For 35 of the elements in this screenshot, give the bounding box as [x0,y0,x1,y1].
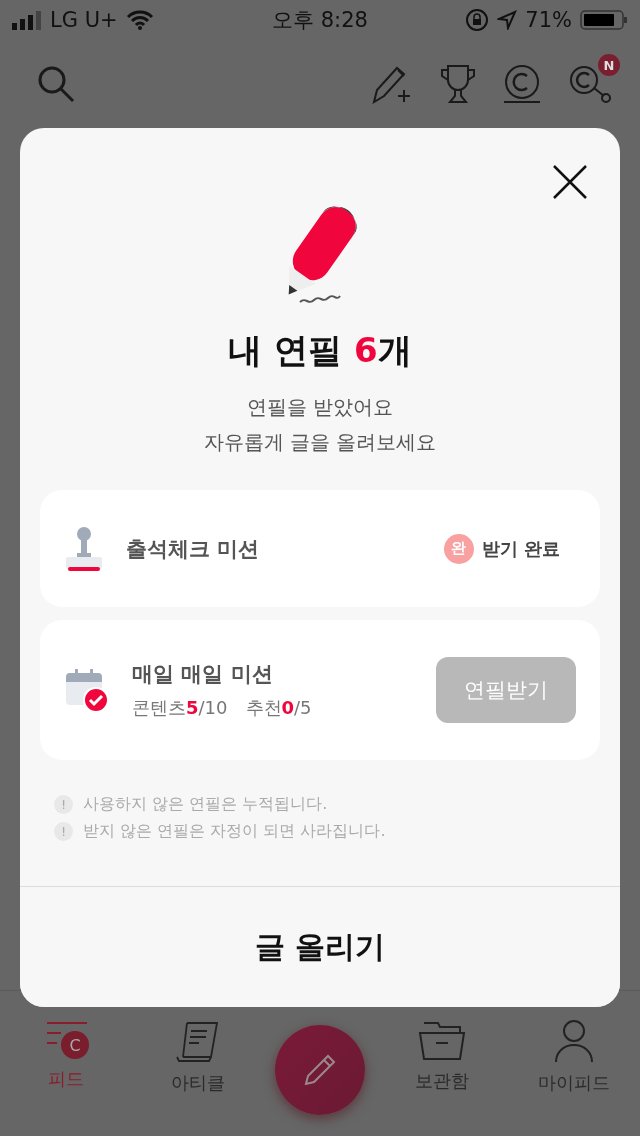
tab[interactable]: 마이피드 [519,1019,629,1095]
location-arrow-icon [497,10,518,30]
scroll-icon [175,1019,221,1063]
info-icon: ! [54,795,73,814]
note-text: 사용하지 않은 연필은 누적됩니다. [83,794,328,815]
pencil-count-title: 내 연필 6개 [227,329,413,372]
person-icon [554,1019,594,1063]
subtitle: 연필을 받았어요 자유롭게 글을 올려보세요 [202,394,438,456]
trophy-icon[interactable] [440,64,476,104]
close-button[interactable] [552,164,588,200]
mission-title: 출석체크 미션 [126,535,261,563]
notification-badge: N [598,54,620,76]
battery-icon [580,9,628,31]
rotation-lock-icon [465,8,490,32]
signal-icon [12,10,42,30]
stamp-icon [64,524,104,573]
status-label: 받기 완료 [481,536,560,561]
search-icon[interactable] [36,64,76,104]
calendar-check-icon [64,667,110,713]
note-text: 받지 않은 연필은 자정이 되면 사라집니다. [83,821,386,842]
close-icon [552,164,588,200]
clock: 오후 8:28 [272,7,368,34]
carrier-name: LG U+ [50,8,118,32]
battery-percent: 71% [525,8,572,32]
complete-badge: 완 [443,533,474,564]
tab[interactable]: 아티클 [143,1019,253,1095]
compose-button[interactable] [275,1025,365,1115]
wifi-icon [125,10,154,30]
folder-icon [418,1019,466,1061]
post-button[interactable]: 글 올리기 [20,886,620,1007]
tab[interactable]: 보관함 [387,1019,497,1093]
info-icon: ! [54,822,73,841]
coin-icon[interactable] [502,64,542,104]
mission-title: 매일 매일 미션 [132,661,274,688]
tab[interactable]: C 피드 [11,1019,121,1091]
